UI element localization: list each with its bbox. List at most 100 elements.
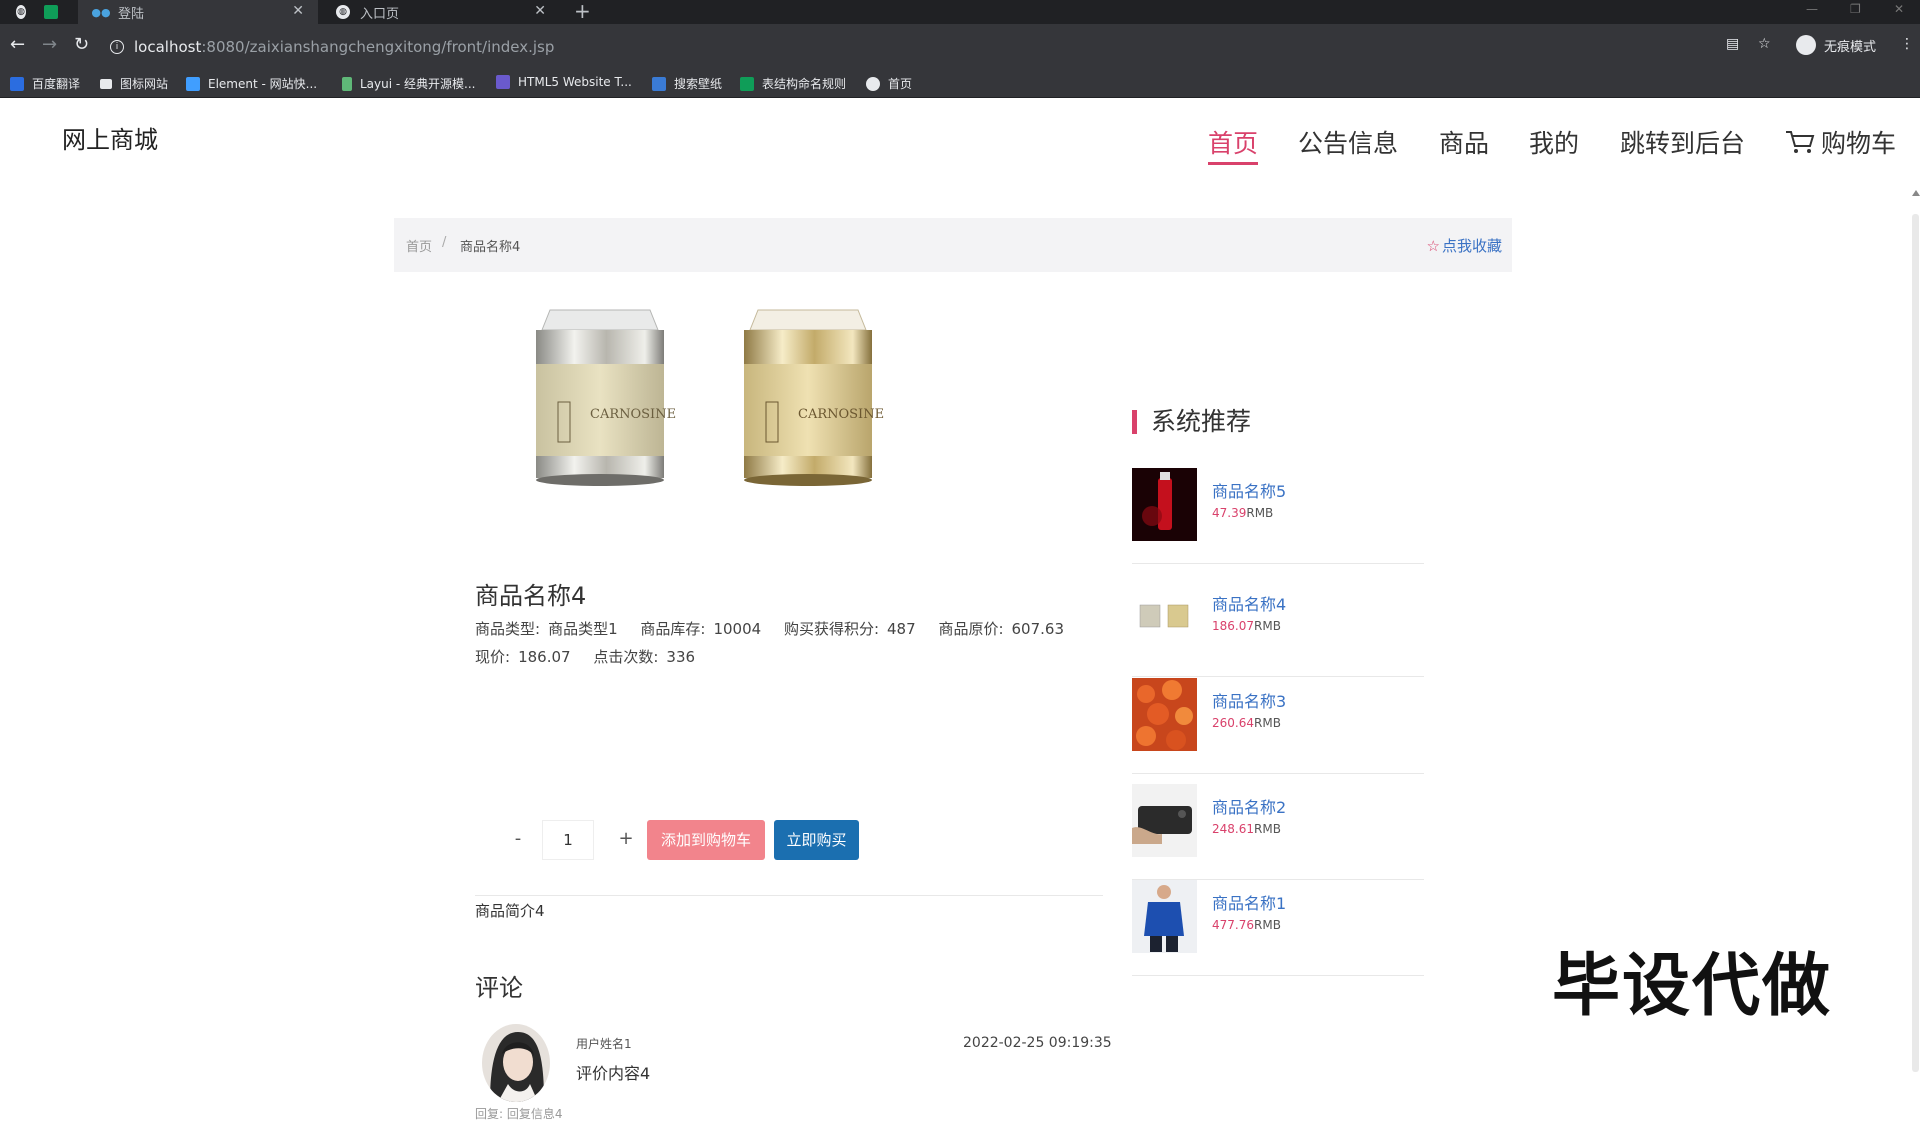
bookmark-item[interactable]: 百度翻译 <box>10 75 80 92</box>
bookmark-item[interactable]: 表结构命名规则 <box>740 75 846 92</box>
bookmark-label: 图标网站 <box>120 77 169 91</box>
url-host: localhost <box>134 38 202 56</box>
nav-notices[interactable]: 公告信息 <box>1298 124 1398 160</box>
gold-jar: CARNOSINE <box>744 309 884 486</box>
element-icon <box>186 76 200 91</box>
url-path: :8080/zaixianshangchengxitong/front/inde… <box>201 38 555 56</box>
nav-cart[interactable]: 购物车 <box>1785 124 1896 160</box>
favorite-label: 点我收藏 <box>1441 237 1502 255</box>
close-icon[interactable]: ✕ <box>292 3 304 19</box>
recommend-name[interactable]: 商品名称1 <box>1212 890 1286 914</box>
info-icon[interactable]: i <box>110 40 124 54</box>
bookmark-item[interactable]: 首页 <box>866 75 912 92</box>
product-name: 商品名称4 <box>475 582 587 610</box>
recommend-item[interactable]: 商品名称3 260.64RMB <box>1132 678 1424 774</box>
bookmark-label: Element - 网站快... <box>208 77 318 91</box>
recommend-name[interactable]: 商品名称3 <box>1212 688 1286 712</box>
nav-products[interactable]: 商品 <box>1439 124 1489 160</box>
scrollbar-thumb[interactable] <box>1912 214 1919 1072</box>
restore-icon[interactable]: ❐ <box>1850 2 1861 16</box>
recommend-price: 477.76RMB <box>1212 918 1281 932</box>
bookmark-label: 百度翻译 <box>32 77 81 91</box>
breadcrumb-current: 商品名称4 <box>460 240 521 255</box>
recommend-item[interactable]: 商品名称2 248.61RMB <box>1132 784 1424 880</box>
browser-tab-login[interactable]: ●● 登陆 ✕ <box>78 0 318 24</box>
recommend-price: 47.39RMB <box>1212 506 1273 520</box>
browser-tab-pinned-2[interactable] <box>36 0 68 24</box>
recommend-item[interactable]: 商品名称1 477.76RMB <box>1132 880 1424 976</box>
bookmark-item[interactable]: 图标网站 <box>100 75 168 92</box>
address-bar[interactable]: i localhost:8080/zaixianshangchengxitong… <box>110 33 1740 61</box>
recommend-price: 248.61RMB <box>1212 822 1281 836</box>
bookmark-label: 首页 <box>888 77 913 91</box>
recommend-thumb <box>1132 784 1197 857</box>
bookmark-icon <box>10 76 24 91</box>
new-tab-icon[interactable]: + <box>574 0 591 24</box>
bookmarks-bar: 百度翻译 图标网站 Element - 网站快... Layui - 经典开源模… <box>0 68 1920 98</box>
bookmark-label: Layui - 经典开源模... <box>360 77 476 91</box>
nav-mine[interactable]: 我的 <box>1529 124 1579 160</box>
price-value: 477.76 <box>1212 918 1254 932</box>
add-to-cart-button[interactable]: 添加到购物车 <box>647 820 765 860</box>
menu-dots-icon[interactable]: ⋮ <box>1900 36 1914 52</box>
recommend-name[interactable]: 商品名称4 <box>1212 591 1286 615</box>
reload-icon[interactable]: ↻ <box>74 35 89 55</box>
product-info-row-2: 现价: 186.07 点击次数: 336 <box>475 646 713 667</box>
translate-icon[interactable]: ▤ <box>1726 36 1739 52</box>
comment-user: 用户姓名1 <box>576 1037 632 1051</box>
breadcrumb: 首页 / 商品名称4 ☆ 点我收藏 <box>394 218 1512 272</box>
favorite-button[interactable]: ☆ 点我收藏 <box>1427 235 1502 256</box>
back-arrow-icon[interactable]: ← <box>10 35 25 55</box>
forward-arrow-icon[interactable]: → <box>42 35 57 55</box>
info-label: 购买获得积分: <box>783 620 880 638</box>
bookmark-label: HTML5 Website T... <box>518 75 632 89</box>
recommend-thumb <box>1132 581 1197 654</box>
info-label: 商品库存: <box>640 620 706 638</box>
sheet-icon <box>44 5 58 19</box>
recommend-price: 260.64RMB <box>1212 716 1281 730</box>
info-value: 487 <box>887 620 916 638</box>
recommend-item[interactable]: 商品名称5 47.39RMB <box>1132 468 1424 564</box>
recommend-item[interactable]: 商品名称4 186.07RMB <box>1132 581 1424 677</box>
incognito-icon <box>1796 35 1816 55</box>
close-icon[interactable]: ✕ <box>534 3 546 19</box>
info-label: 商品原价: <box>938 620 1004 638</box>
recommend-name[interactable]: 商品名称5 <box>1212 478 1286 502</box>
minimize-icon[interactable]: — <box>1806 2 1818 16</box>
scroll-up-arrow-icon[interactable] <box>1912 190 1920 196</box>
bookmark-item[interactable]: HTML5 Website T... <box>496 75 632 89</box>
breadcrumb-home[interactable]: 首页 <box>406 236 432 255</box>
quantity-input[interactable]: 1 <box>542 820 594 860</box>
nav-home[interactable]: 首页 <box>1208 124 1259 165</box>
watermark-text: 毕设代做 <box>1552 947 1833 1026</box>
incognito-indicator[interactable]: 无痕模式 <box>1796 35 1876 55</box>
flag-icon <box>100 78 112 89</box>
comments-title: 评论 <box>475 974 523 1002</box>
quantity-minus-button[interactable]: - <box>508 828 528 849</box>
nav-admin[interactable]: 跳转到后台 <box>1620 124 1745 160</box>
buy-now-button[interactable]: 立即购买 <box>774 820 859 860</box>
price-currency: RMB <box>1254 918 1281 932</box>
info-value: 186.07 <box>518 648 571 666</box>
info-value: 商品类型1 <box>548 620 618 638</box>
star-icon: ☆ <box>1426 237 1440 255</box>
window-close-icon[interactable]: ✕ <box>1894 2 1904 16</box>
star-icon[interactable]: ☆ <box>1758 36 1771 52</box>
recommend-thumb <box>1132 880 1197 953</box>
price-currency: RMB <box>1246 506 1274 520</box>
price-value: 248.61 <box>1212 822 1254 836</box>
browser-tab-pinned[interactable]: ◍ <box>0 0 36 24</box>
divider <box>475 895 1103 896</box>
bookmark-item[interactable]: Element - 网站快... <box>186 75 317 92</box>
recommend-name[interactable]: 商品名称2 <box>1212 794 1286 818</box>
quantity-plus-button[interactable]: + <box>616 828 636 849</box>
wallpaper-icon <box>652 76 666 91</box>
price-currency: RMB <box>1254 716 1281 730</box>
site-logo[interactable]: 网上商城 <box>62 120 158 155</box>
bookmark-item[interactable]: Layui - 经典开源模... <box>342 75 475 92</box>
browser-tab-entry[interactable]: ◍ 入口页 ✕ <box>320 0 560 24</box>
comment-reply: 回复: 回复信息4 <box>475 1107 563 1121</box>
breadcrumb-separator: / <box>442 235 447 250</box>
bookmark-item[interactable]: 搜索壁纸 <box>652 75 722 92</box>
price-value: 47.39 <box>1212 506 1247 520</box>
